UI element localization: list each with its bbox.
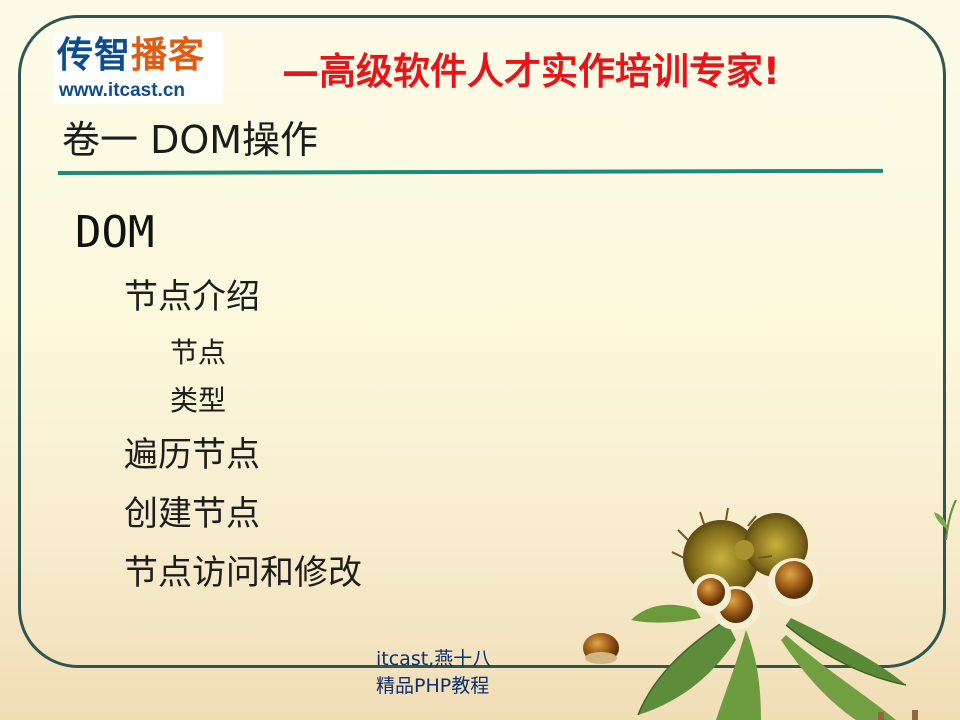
chestnut-decoration	[583, 500, 957, 720]
bullet-create-nodes: 创建节点	[124, 494, 260, 534]
footer-author: itcast,燕十八	[376, 648, 492, 670]
slide-title: 卷一 DOM操作	[62, 118, 319, 162]
logo-brand-text: 传智播客	[57, 34, 205, 78]
bullet-access-modify-nodes: 节点访问和修改	[124, 553, 362, 593]
chestnut-leaves	[631, 604, 907, 720]
footer-course: 精品PHP教程	[376, 675, 490, 697]
section-heading: DOM	[75, 207, 155, 258]
corner-sprig	[934, 500, 957, 541]
bullet-node-intro: 节点介绍	[124, 277, 260, 317]
footer: itcast,燕十八 精品PHP教程	[376, 646, 491, 700]
sub-bullet-node: 节点	[170, 336, 227, 369]
logo-url: www.itcast.cn	[59, 80, 185, 101]
slogan: —高级软件人才实作培训专家!	[282, 50, 780, 93]
itcast-logo: 传智播客 www.itcast.cn	[53, 32, 223, 104]
logo-brand-part-1: 传智	[57, 35, 132, 76]
sub-bullet-type: 类型	[170, 384, 227, 417]
logo-brand-part-2: 播客	[131, 35, 206, 76]
bullet-traverse-nodes: 遍历节点	[124, 435, 260, 475]
